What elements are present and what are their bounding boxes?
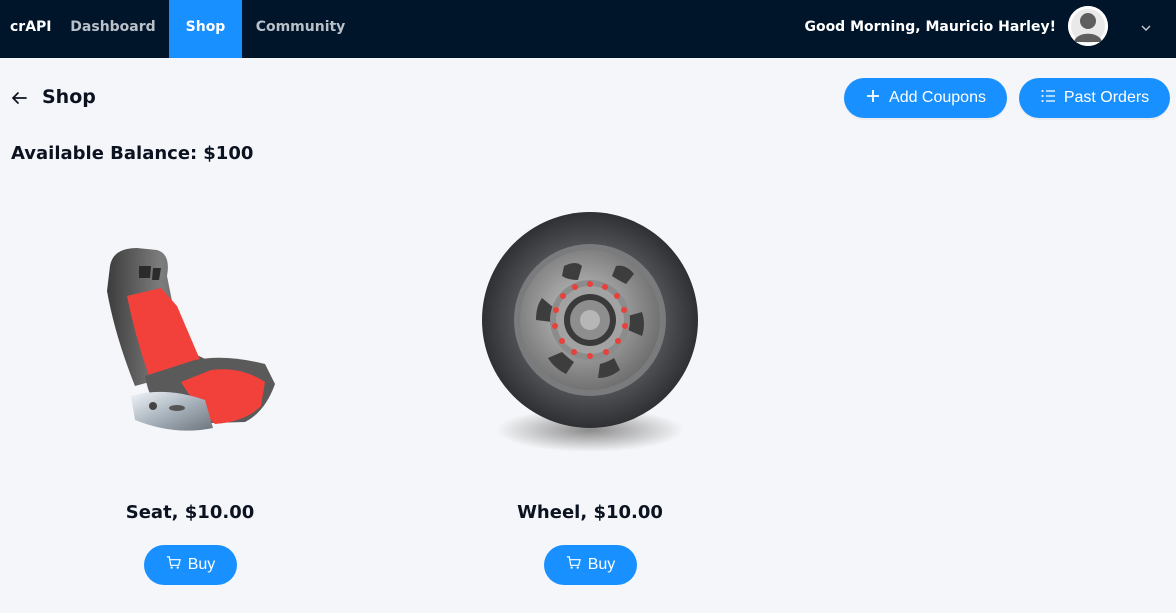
balance-amount: $100: [203, 143, 254, 164]
balance-label: Available Balance:: [11, 143, 198, 164]
shopping-cart-icon: [566, 555, 581, 575]
add-coupons-button[interactable]: Add Coupons: [844, 78, 1007, 118]
buy-seat-button[interactable]: Buy: [144, 545, 237, 585]
nav-item-shop[interactable]: Shop: [169, 0, 242, 58]
list-icon: [1040, 88, 1056, 109]
nav-item-community[interactable]: Community: [249, 0, 352, 58]
buy-label: Buy: [187, 556, 216, 573]
product-name-wheel: Wheel, $10.00: [517, 502, 663, 523]
product-name-seat: Seat, $10.00: [125, 502, 255, 523]
chevron-down-icon[interactable]: [1139, 20, 1153, 34]
nav-item-dashboard[interactable]: Dashboard: [64, 0, 162, 58]
user-avatar-icon[interactable]: [1068, 6, 1108, 46]
page-title: Shop: [42, 86, 96, 108]
top-navbar: crAPI Dashboard Shop Community Good Morn…: [0, 0, 1176, 58]
available-balance: Available Balance: $100: [11, 143, 253, 164]
buy-wheel-button[interactable]: Buy: [544, 545, 637, 585]
past-orders-button[interactable]: Past Orders: [1019, 78, 1170, 118]
user-greeting: Good Morning, Mauricio Harley!: [804, 19, 1056, 35]
car-wheel-image: [470, 202, 710, 462]
arrow-left-icon[interactable]: [10, 89, 28, 107]
buy-label: Buy: [587, 556, 616, 573]
shopping-cart-icon: [166, 555, 181, 575]
brand-logo[interactable]: crAPI: [10, 0, 52, 58]
plus-icon: [865, 88, 881, 109]
car-seat-image: [95, 236, 285, 436]
past-orders-label: Past Orders: [1063, 89, 1150, 106]
add-coupons-label: Add Coupons: [889, 89, 986, 106]
